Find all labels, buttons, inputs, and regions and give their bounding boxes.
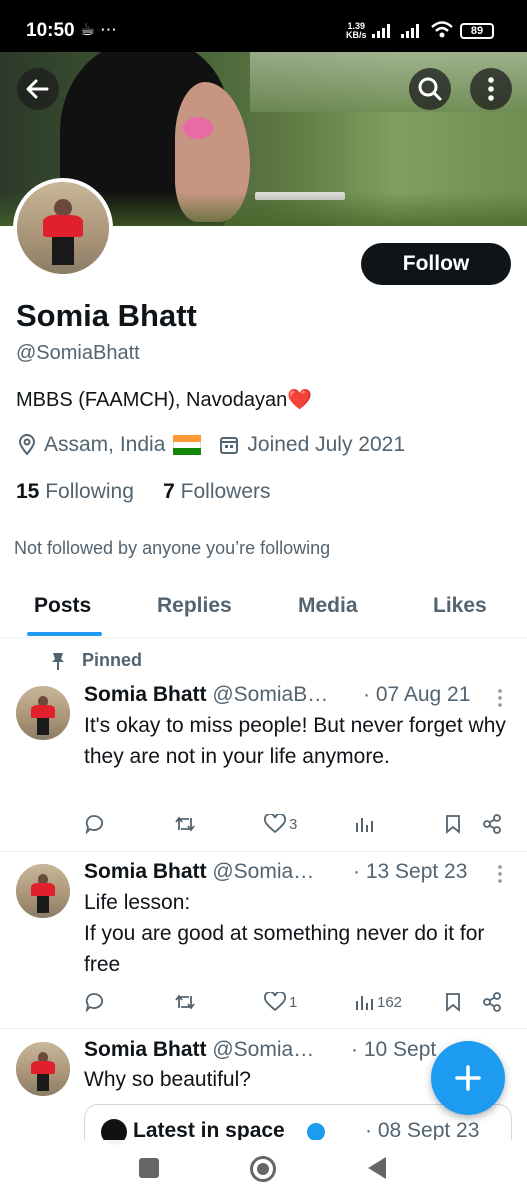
tweet-text: It's okay to miss people! But never forg…	[84, 714, 506, 768]
bookmark-button[interactable]	[444, 814, 462, 834]
net-speed: 1.39 KB/s	[346, 21, 367, 40]
tweet-text: Life lesson: If you are good at somethin…	[84, 891, 485, 976]
tweet-date: · 10 Sept	[351, 1038, 437, 1061]
location-text: Assam, India	[44, 433, 166, 456]
reply-button[interactable]	[84, 992, 104, 1012]
system-back-button[interactable]	[368, 1157, 386, 1179]
wifi-icon	[431, 21, 453, 38]
recent-apps-button[interactable]	[139, 1158, 159, 1178]
joined-text: Joined July 2021	[247, 433, 406, 456]
tweet-more-icon[interactable]	[496, 864, 504, 884]
share-icon	[483, 814, 501, 834]
bookmark-icon	[446, 815, 460, 834]
home-button[interactable]	[250, 1156, 276, 1182]
tea-icon: ☕ ⋯	[80, 20, 117, 39]
tab-media[interactable]: Media	[298, 594, 358, 618]
tweet-avatar[interactable]	[16, 1042, 70, 1096]
tweet-header: Somia Bhatt @Somia…	[84, 860, 314, 884]
followers-link[interactable]: 7 Followers	[163, 480, 270, 503]
location-pin-icon	[18, 434, 36, 456]
signal-icon	[372, 24, 390, 38]
calendar-icon	[220, 437, 239, 454]
heart-emoji: ❤️	[287, 389, 313, 411]
search-icon	[418, 77, 442, 101]
retweet-icon	[175, 816, 195, 832]
status-time: 10:50	[26, 20, 75, 41]
views-button[interactable]	[354, 814, 377, 834]
verified-badge-icon	[307, 1123, 325, 1141]
like-button[interactable]: 1	[264, 992, 297, 1012]
tab-posts[interactable]: Posts	[34, 594, 91, 618]
tab-replies[interactable]: Replies	[157, 594, 232, 618]
share-button[interactable]	[482, 814, 502, 834]
tweet-header: Somia Bhatt @Somia…	[84, 1038, 314, 1062]
retweet-button[interactable]	[174, 814, 196, 834]
back-button[interactable]	[17, 68, 59, 110]
tweet-author-handle: @Somia…	[212, 1038, 315, 1061]
tweet-author-name[interactable]: Somia Bhatt	[84, 1038, 207, 1061]
pin-icon	[52, 652, 64, 670]
tweet-date: · 13 Sept 23	[353, 860, 468, 883]
tweet-more-icon[interactable]	[496, 688, 504, 708]
system-navigation-bar	[0, 1140, 527, 1200]
divider	[0, 851, 527, 852]
tweet-header: Somia Bhatt @SomiaB…	[84, 683, 328, 707]
pinned-label: Pinned	[50, 650, 142, 671]
like-count: 1	[289, 993, 298, 1011]
compose-button[interactable]	[431, 1041, 505, 1115]
india-flag-icon	[173, 435, 202, 455]
follow-button[interactable]: Follow	[361, 243, 511, 285]
profile-avatar[interactable]	[13, 178, 113, 278]
divider	[0, 1028, 527, 1029]
reply-icon	[85, 815, 103, 834]
tab-likes[interactable]: Likes	[433, 594, 487, 618]
reply-icon	[85, 993, 103, 1012]
plus-icon	[455, 1065, 481, 1091]
tweet-author-handle: @SomiaB…	[212, 683, 329, 706]
not-followed-note: Not followed by anyone you’re following	[14, 538, 331, 558]
tweet-avatar[interactable]	[16, 686, 70, 740]
like-count: 3	[289, 815, 298, 833]
profile-tabs: Posts Replies Media Likes	[0, 580, 527, 638]
analytics-icon	[356, 996, 373, 1010]
status-bar: 10:50 ☕ ⋯ 1.39 KB/s 89	[0, 0, 527, 52]
more-options-button[interactable]	[470, 68, 512, 110]
retweet-button[interactable]	[174, 992, 196, 1012]
retweet-icon	[175, 994, 195, 1010]
following-link[interactable]: 15 Following	[16, 480, 134, 503]
views-button[interactable]: 162	[354, 992, 402, 1012]
like-button[interactable]: 3	[264, 814, 297, 834]
bookmark-icon	[446, 993, 460, 1012]
share-button[interactable]	[482, 992, 502, 1012]
profile-handle: @SomiaBhatt	[16, 342, 140, 364]
share-icon	[483, 992, 501, 1012]
tweet-author-name[interactable]: Somia Bhatt	[84, 860, 207, 883]
tweet-actions: 1 162	[84, 992, 504, 1016]
tweet-author-name[interactable]: Somia Bhatt	[84, 683, 207, 706]
heart-outline-icon	[264, 992, 286, 1012]
battery-icon: 89	[460, 23, 494, 39]
more-vertical-icon	[488, 77, 494, 101]
profile-name: Somia Bhatt	[16, 298, 197, 333]
active-tab-indicator	[27, 632, 102, 636]
bookmark-button[interactable]	[444, 992, 462, 1012]
tweet-date: · 07 Aug 21	[363, 683, 471, 706]
signal-icon	[401, 24, 419, 38]
analytics-icon	[356, 818, 373, 832]
view-count: 162	[377, 993, 403, 1011]
follow-counts: 15 Following 7 Followers	[16, 480, 271, 504]
tweet-author-handle: @Somia…	[212, 860, 315, 883]
profile-meta: Assam, India Joined July 2021	[18, 433, 405, 457]
tweet-actions: 3	[84, 814, 504, 838]
tweet-avatar[interactable]	[16, 864, 70, 918]
search-button[interactable]	[409, 68, 451, 110]
reply-button[interactable]	[84, 814, 104, 834]
profile-bio: MBBS (FAAMCH), Navodayan❤️	[16, 389, 313, 411]
arrow-left-icon	[26, 79, 49, 99]
heart-outline-icon	[264, 814, 286, 834]
